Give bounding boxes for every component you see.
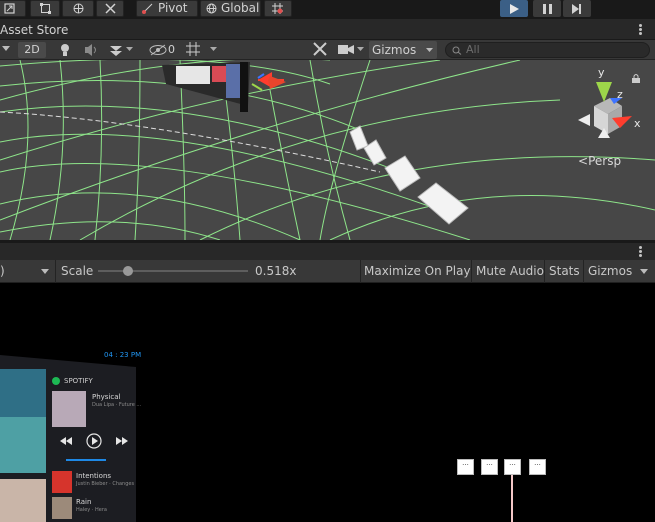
pivot-label: Pivot <box>158 1 188 15</box>
snap-increment-icon <box>272 3 283 14</box>
global-toggle[interactable]: Global <box>200 0 261 17</box>
globe-tool-icon <box>73 3 84 14</box>
rect-tool-icon <box>40 3 51 14</box>
separator <box>55 260 56 283</box>
game-tab-bar <box>0 243 655 260</box>
mode-2d-toggle[interactable]: 2D <box>18 42 46 58</box>
lock-icon[interactable] <box>632 74 640 83</box>
scene-grid-canvas <box>0 60 655 240</box>
scene-search-input[interactable]: All <box>445 42 650 58</box>
rect-transform-icon <box>4 3 15 14</box>
clock-time: 04 : 23 PM <box>104 351 142 359</box>
camera-path <box>0 111 381 173</box>
separator <box>583 260 584 283</box>
separator <box>360 260 361 283</box>
play-button[interactable] <box>500 0 528 17</box>
aspect-dropdown-fragment[interactable]: ) <box>0 264 5 278</box>
play-icon <box>510 4 519 14</box>
lighting-icon[interactable] <box>58 42 72 58</box>
mini-card[interactable]: ··· <box>504 459 521 475</box>
move-rotate-tool-button[interactable] <box>62 0 94 17</box>
gizmos-label: Gizmos <box>372 43 417 57</box>
tools-icon[interactable] <box>313 42 327 58</box>
ui-panel-object <box>162 62 250 112</box>
maximize-on-play-toggle[interactable]: Maximize On Play <box>364 264 471 278</box>
game-toolbar: ) Scale 0.518x Maximize On Play Mute Aud… <box>0 260 655 283</box>
pointer-ray <box>511 475 513 522</box>
effects-icon[interactable] <box>108 42 124 58</box>
mini-card[interactable]: ··· <box>457 459 474 475</box>
track-title: Physical <box>92 393 121 401</box>
gizmos-dropdown-icon[interactable] <box>640 269 648 275</box>
rect-tool-button[interactable] <box>0 0 26 17</box>
gizmos-dropdown[interactable]: Gizmos <box>369 41 437 59</box>
mini-card[interactable]: ··· <box>481 459 498 475</box>
main-toolbar: Pivot Global <box>0 0 655 19</box>
separator <box>471 260 472 283</box>
global-label: Global <box>221 1 260 15</box>
step-button[interactable] <box>563 0 591 17</box>
hidden-count: 0 <box>168 43 175 56</box>
queue-item-title[interactable]: Rain <box>76 498 91 506</box>
camera-icon[interactable] <box>338 44 354 60</box>
game-view[interactable]: 04 : 23 PM SPOTIFY Physical Dua Lipa · F… <box>0 283 655 522</box>
search-placeholder: All <box>466 43 480 56</box>
queue-item-artist: Justin Bieber · Changes <box>76 481 135 487</box>
persp-arrow-icon: < <box>578 154 589 168</box>
search-icon <box>452 46 462 55</box>
orientation-gizmo <box>578 82 632 138</box>
pause-button[interactable] <box>533 0 561 17</box>
game-menu-icon[interactable] <box>639 246 642 257</box>
scene-visibility-toggle[interactable]: 0 <box>146 42 182 58</box>
scene-view[interactable]: y z x <Persp <box>0 60 655 240</box>
perspective-toggle[interactable]: <Persp <box>578 154 621 168</box>
queue-item-title[interactable]: Intentions <box>76 472 111 480</box>
hidden-eye-icon <box>149 44 167 56</box>
scale-label: Scale <box>61 264 94 278</box>
tab-asset-store[interactable]: Asset Store <box>0 23 68 37</box>
axis-x-label: x <box>634 117 641 130</box>
grid-lines <box>0 60 655 240</box>
pivot-icon <box>142 3 153 14</box>
queue-item-artist: Haley · Hera <box>76 507 107 513</box>
mute-audio-toggle[interactable]: Mute Audio <box>476 264 544 278</box>
scale-slider-track[interactable] <box>98 270 248 272</box>
aspect-dropdown-icon[interactable] <box>41 269 49 275</box>
pause-icon <box>543 4 552 14</box>
grid-icon[interactable] <box>186 42 200 58</box>
dashboard-panel <box>0 355 136 522</box>
audio-icon[interactable] <box>83 42 99 58</box>
tools-icon <box>105 3 116 14</box>
scene-menu-icon[interactable] <box>639 24 642 35</box>
track-artist: Dua Lipa · Future ... <box>92 402 142 408</box>
mini-card[interactable]: ··· <box>529 459 546 475</box>
pivot-toggle[interactable]: Pivot <box>136 0 198 17</box>
scene-toolbar: 2D 0 Gizmos All <box>0 40 655 60</box>
axis-y-label: y <box>598 66 605 79</box>
stats-toggle[interactable]: Stats <box>549 264 580 278</box>
separator <box>544 260 545 283</box>
spotify-app-label: SPOTIFY <box>64 377 93 385</box>
grid-snap-button[interactable] <box>264 0 292 17</box>
global-icon <box>206 3 217 14</box>
transform-tool-button[interactable] <box>30 0 60 17</box>
axis-z-label: z <box>617 88 623 101</box>
persp-label: Persp <box>588 154 622 168</box>
scale-slider-thumb[interactable] <box>123 266 133 276</box>
step-icon <box>572 4 581 14</box>
custom-tool-button[interactable] <box>96 0 124 17</box>
game-gizmos-toggle[interactable]: Gizmos <box>588 264 632 278</box>
chevron-down-icon <box>426 48 433 52</box>
scale-value: 0.518x <box>255 264 297 278</box>
scene-tab-bar: Asset Store <box>0 19 655 40</box>
